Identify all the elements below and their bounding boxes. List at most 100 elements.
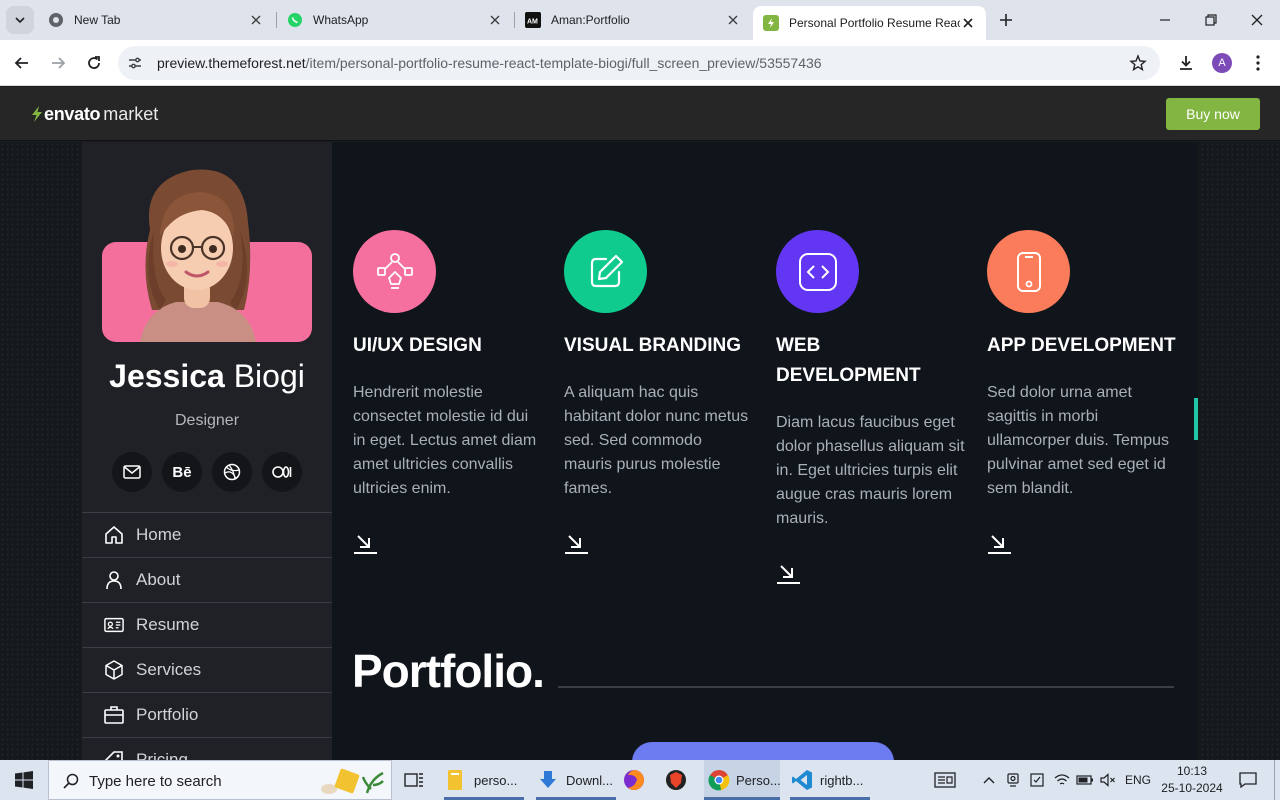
url-domain: preview.themeforest.net [157, 55, 306, 71]
dribbble-icon[interactable] [212, 452, 252, 492]
close-tab-icon[interactable] [725, 12, 741, 28]
heading-divider [558, 686, 1174, 688]
system-clock[interactable]: 10:13 25-10-2024 [1160, 763, 1224, 797]
menu-item-pricing[interactable]: Pricing [82, 737, 332, 760]
service-card: APP DEVELOPMENT Sed dolor urna amet sagi… [987, 230, 1177, 560]
service-icon-circle [987, 230, 1070, 313]
search-icon [61, 771, 81, 791]
resume-icon [104, 615, 124, 635]
tag-icon [104, 750, 124, 760]
medium-icon[interactable] [262, 452, 302, 492]
taskbar-app-explorer[interactable]: perso... [444, 760, 524, 800]
avatar [140, 169, 256, 342]
language-indicator[interactable]: ENG [1122, 760, 1154, 800]
reload-icon [88, 56, 100, 69]
close-window-button[interactable] [1245, 8, 1269, 32]
show-desktop-divider[interactable] [1274, 760, 1275, 800]
restore-button[interactable] [1199, 8, 1223, 32]
arrow-down-right-icon[interactable] [776, 561, 800, 585]
taskbar-search-box[interactable]: Type here to search [48, 760, 392, 800]
taskbar-app-firefox[interactable] [622, 760, 648, 800]
sidebar-menu: Home About Resume Services Portfolio Pri… [82, 512, 332, 760]
tab-whatsapp[interactable]: WhatsApp [277, 6, 513, 34]
back-button[interactable] [10, 51, 34, 75]
behance-icon[interactable]: Bē [162, 452, 202, 492]
mail-icon[interactable] [112, 452, 152, 492]
service-description: Hendrerit molestie consectet molestie id… [353, 384, 537, 497]
service-icon-circle [564, 230, 647, 313]
envato-header: envato market [0, 87, 1280, 141]
taskbar-app-brave[interactable] [664, 760, 690, 800]
bookmark-star-icon[interactable] [1128, 53, 1148, 73]
menu-label: Home [136, 525, 182, 544]
download-icon [536, 768, 560, 792]
folder-icon [444, 768, 468, 792]
browser-tab-bar: New Tab WhatsApp AM Aman:Portfolio Perso… [0, 0, 1280, 40]
reload-button[interactable] [82, 51, 106, 75]
user-icon [104, 570, 124, 590]
scroll-indicator[interactable] [1194, 398, 1198, 440]
new-tab-button[interactable] [994, 8, 1018, 32]
app-label: Perso... [736, 772, 781, 788]
forward-button[interactable] [46, 51, 70, 75]
security-icon[interactable] [1028, 760, 1046, 800]
arrow-down-right-icon[interactable] [987, 531, 1011, 555]
profile-role: Designer [174, 412, 240, 429]
code-icon [798, 252, 837, 291]
task-view-icon[interactable] [404, 760, 428, 800]
site-info-icon[interactable] [126, 54, 144, 72]
arrow-down-right-icon[interactable] [353, 531, 377, 555]
start-button[interactable] [0, 760, 48, 800]
profile-avatar[interactable]: A [1212, 53, 1232, 73]
portfolio-card[interactable] [632, 742, 894, 760]
plus-icon [1000, 14, 1012, 26]
volume-muted-icon[interactable] [1099, 760, 1117, 800]
close-tab-icon[interactable] [248, 12, 264, 28]
close-tab-icon[interactable] [960, 15, 976, 31]
envato-leaf-icon [32, 106, 42, 122]
arrow-down-right-icon[interactable] [564, 531, 588, 555]
clock-time: 10:13 [1176, 764, 1208, 778]
minimize-button[interactable] [1153, 8, 1177, 32]
service-card: VISUAL BRANDING A aliquam hac quis habit… [564, 230, 754, 560]
app-label: rightb... [820, 772, 864, 788]
app-label: perso... [474, 772, 518, 788]
tab-personal-portfolio[interactable]: Personal Portfolio Resume Reac [753, 6, 986, 40]
menu-label: Services [136, 660, 202, 679]
arrow-left-icon [14, 57, 28, 69]
battery-icon[interactable] [1076, 760, 1094, 800]
camera-icon[interactable] [1004, 760, 1022, 800]
download-icon[interactable] [1174, 51, 1198, 75]
taskbar-app-chrome[interactable]: Perso... [704, 760, 781, 800]
menu-item-resume[interactable]: Resume [82, 602, 332, 647]
taskbar-app-downloads[interactable]: Downl... [536, 760, 616, 800]
chevron-up-icon[interactable] [980, 760, 998, 800]
menu-item-about[interactable]: About [82, 557, 332, 602]
edit-icon [590, 254, 623, 287]
news-widget-icon[interactable] [930, 760, 960, 800]
windows-taskbar: Type here to search perso... Downl... Pe… [0, 760, 1280, 800]
tab-title: Personal Portfolio Resume Reac [789, 16, 960, 30]
service-card: UI/UX DESIGN Hendrerit molestie consecte… [353, 230, 543, 560]
wifi-icon[interactable] [1053, 760, 1071, 800]
menu-label: About [136, 570, 181, 589]
menu-item-services[interactable]: Services [82, 647, 332, 692]
envato-logo[interactable]: envato market [30, 104, 158, 124]
buy-now-button[interactable]: Buy now [1166, 98, 1260, 130]
box-icon [104, 660, 124, 680]
tab-title: New Tab [74, 13, 121, 27]
close-icon [1251, 14, 1263, 26]
notification-icon[interactable] [1236, 760, 1260, 800]
address-bar[interactable]: preview.themeforest.net/item/personal-po… [118, 46, 1160, 80]
tab-new-tab[interactable]: New Tab [38, 6, 274, 34]
tab-aman-portfolio[interactable]: AM Aman:Portfolio [515, 6, 751, 34]
tab-title: WhatsApp [313, 13, 369, 27]
close-tab-icon[interactable] [487, 12, 503, 28]
last-name: Biogi [233, 358, 305, 394]
menu-item-home[interactable]: Home [82, 512, 332, 557]
menu-item-portfolio[interactable]: Portfolio [82, 692, 332, 737]
more-menu-icon[interactable] [1248, 51, 1268, 75]
url-text: preview.themeforest.net/item/personal-po… [157, 55, 822, 71]
tab-search-button[interactable] [6, 6, 34, 34]
taskbar-app-vscode[interactable]: rightb... [790, 760, 870, 800]
